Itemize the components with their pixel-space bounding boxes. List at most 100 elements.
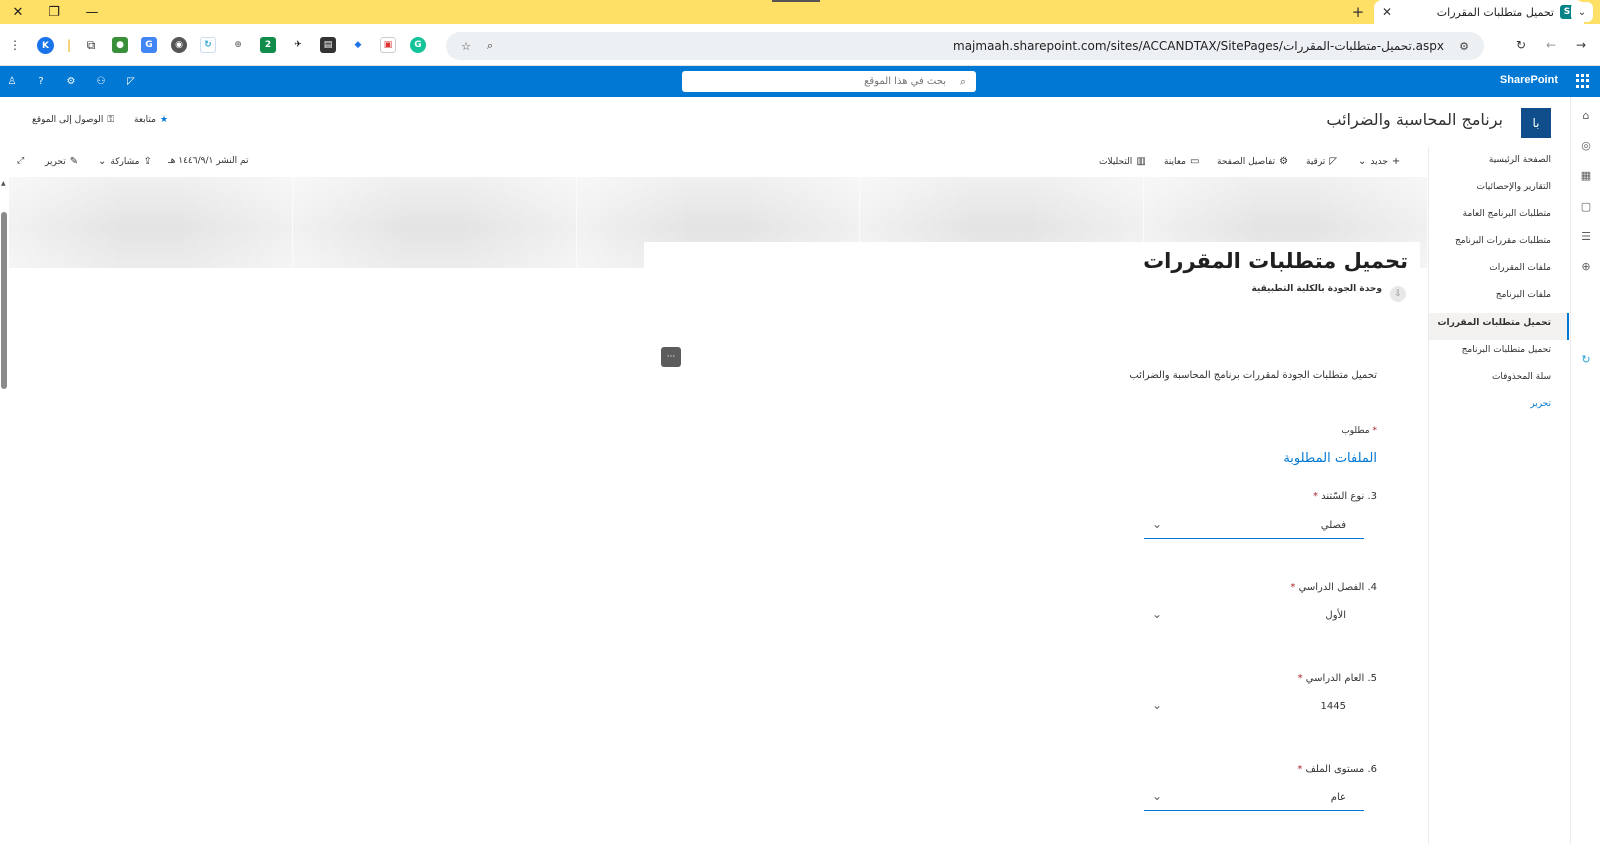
share-icon: ⇪ <box>143 156 152 167</box>
plus-icon: + <box>1391 156 1401 167</box>
globe-icon[interactable]: ◎ <box>1579 138 1593 152</box>
tab-title: تحميل متطلبات المقررات <box>1436 5 1554 19</box>
google-translate-icon[interactable]: G <box>141 37 157 53</box>
extension-web-icon[interactable]: ⊕ <box>230 37 246 53</box>
list-icon[interactable]: ☰ <box>1579 229 1593 243</box>
nav-item-home[interactable]: الصفحة الرئيسية <box>1489 155 1551 165</box>
extension-card-icon[interactable]: ▤ <box>320 37 336 53</box>
extension-circle-icon[interactable]: ◉ <box>171 37 187 53</box>
site-logo[interactable]: با <box>1521 108 1551 138</box>
required-star: * <box>1372 426 1378 436</box>
extension-sync-icon[interactable]: ↻ <box>200 37 216 53</box>
settings-gear-icon[interactable]: ⚙ <box>64 74 78 88</box>
site-access-button[interactable]: ⚿ الوصول إلى الموقع <box>32 115 114 125</box>
chevron-down-icon: ⌄ <box>1358 156 1367 167</box>
divider-icon: | <box>66 38 72 52</box>
account-icon[interactable]: ♙ <box>5 74 19 88</box>
nav-item-upload-course-reqs[interactable]: تحميل متطلبات المقررات <box>1437 318 1551 328</box>
sharepoint-brand[interactable]: SharePoint <box>1500 74 1558 86</box>
follow-button[interactable]: ★ متابعة <box>134 115 168 125</box>
extension-bird-icon[interactable]: ✈ <box>290 37 306 53</box>
field-label-academic-year: 5. العام الدراسي * <box>1298 673 1377 684</box>
extensions-puzzle-icon[interactable]: ⧉ <box>82 36 100 54</box>
academic-year-dropdown[interactable]: 1445 ⌄ <box>1144 696 1364 720</box>
nav-edit-link[interactable]: تحرير <box>1530 399 1551 409</box>
window-titlebar: ✕ ❐ — + S تحميل متطلبات المقررات ✕ ⌄ <box>0 0 1600 24</box>
author-avatar-icon: ⇩ <box>1390 286 1406 302</box>
share-button[interactable]: ⇪ مشاركة ⌄ <box>98 156 152 167</box>
new-button[interactable]: + جديد ⌄ <box>1358 156 1400 167</box>
edit-label: تحرير <box>45 156 66 167</box>
page-scrollbar[interactable]: ▲ <box>0 180 8 844</box>
more-options-button[interactable]: ··· <box>661 347 681 367</box>
nav-item-course-files[interactable]: ملفات المقررات <box>1489 263 1551 273</box>
extension-cap-icon[interactable]: ◆ <box>350 37 366 53</box>
follow-label: متابعة <box>134 115 156 125</box>
nav-item-recycle-bin[interactable]: سلة المحذوفات <box>1492 372 1551 382</box>
menu-dots-icon[interactable]: ⋮ <box>6 36 24 54</box>
nav-item-program-requirements[interactable]: متطلبات البرنامج العامة <box>1463 209 1551 219</box>
extension-slides-icon[interactable]: ▣ <box>380 37 396 53</box>
zoom-icon[interactable]: ⌕ <box>482 38 498 54</box>
edit-button[interactable]: ✎ تحرير <box>45 156 78 167</box>
back-icon[interactable]: → <box>1572 36 1590 54</box>
people-icon[interactable]: ⚇ <box>94 74 108 88</box>
grammarly-icon[interactable]: G <box>410 37 426 53</box>
dropdown-value: الأول <box>1325 610 1346 621</box>
close-window-icon[interactable]: ✕ <box>0 0 36 24</box>
site-search-box[interactable]: ⌕ <box>682 71 976 92</box>
page-author[interactable]: وحدة الجودة بالكلية التطبيقية <box>1251 284 1382 294</box>
preview-icon: ▭ <box>1189 156 1200 167</box>
feedback-icon[interactable]: ◸ <box>124 74 138 88</box>
forward-icon[interactable]: ← <box>1542 36 1560 54</box>
scroll-up-arrow-icon[interactable]: ▲ <box>1 180 6 187</box>
nav-item-program-files[interactable]: ملفات البرنامج <box>1496 290 1551 300</box>
file-icon[interactable]: ▢ <box>1579 199 1593 213</box>
profile-avatar[interactable]: K <box>37 37 54 54</box>
search-input[interactable] <box>682 71 946 92</box>
chevron-down-icon: ⌄ <box>1152 698 1163 712</box>
browser-tab[interactable]: S تحميل متطلبات المقررات ✕ <box>1374 0 1584 24</box>
required-star: * <box>1297 764 1303 775</box>
extension-badge-icon[interactable]: 2 <box>260 37 276 53</box>
nav-item-upload-program-reqs[interactable]: تحميل متطلبات البرنامج <box>1462 345 1551 355</box>
tab-close-icon[interactable]: ✕ <box>1382 5 1392 19</box>
restore-window-icon[interactable]: ❐ <box>36 0 72 24</box>
new-tab-button[interactable]: + <box>1346 0 1370 24</box>
minimize-window-icon[interactable]: — <box>74 0 110 24</box>
create-icon[interactable]: ⊕ <box>1579 259 1593 273</box>
nav-item-course-requirements[interactable]: متطلبات مقررات البرنامج <box>1455 236 1551 246</box>
expand-icon[interactable]: ⤢ <box>17 156 24 166</box>
tab-search-chevron-icon[interactable]: ⌄ <box>1571 2 1593 22</box>
bookmark-star-icon[interactable]: ☆ <box>458 38 474 54</box>
home-icon[interactable]: ⌂ <box>1579 108 1593 122</box>
page-details-label: تفاصيل الصفحة <box>1217 156 1276 167</box>
required-label: مطلوب <box>1341 426 1370 436</box>
semester-dropdown[interactable]: الأول ⌄ <box>1144 605 1364 629</box>
preview-button[interactable]: ▭ معاينة <box>1164 156 1199 167</box>
scroll-thumb[interactable] <box>1 212 7 389</box>
site-title[interactable]: برنامج المحاسبة والضرائب <box>1326 110 1503 129</box>
extension-globe-icon[interactable]: ● <box>112 37 128 53</box>
field-label-text: 3. نوع السّتند <box>1321 491 1377 502</box>
analytics-button[interactable]: ▥ التحليلات <box>1099 156 1146 167</box>
app-launcher-icon[interactable] <box>1576 74 1590 88</box>
help-icon[interactable]: ? <box>34 74 48 88</box>
extension-badge-count: 2 <box>264 40 272 50</box>
chevron-down-icon: ⌄ <box>98 156 107 167</box>
news-icon[interactable]: ▦ <box>1579 168 1593 182</box>
page-details-button[interactable]: ⚙ تفاصيل الصفحة <box>1217 156 1288 167</box>
reload-icon[interactable]: ↻ <box>1512 36 1530 54</box>
required-note: * مطلوب <box>1341 426 1377 436</box>
share-label: مشاركة <box>110 156 140 167</box>
sync-icon[interactable]: ↻ <box>1579 352 1593 366</box>
doc-type-dropdown[interactable]: فصلي ⌄ <box>1144 515 1364 539</box>
nav-item-reports[interactable]: التقارير والإحصائيات <box>1477 182 1551 192</box>
address-bar[interactable]: ☆ ⌕ majmaah.sharepoint.com/sites/ACCANDT… <box>446 32 1484 60</box>
url-text[interactable]: majmaah.sharepoint.com/sites/ACCANDTAX/S… <box>953 39 1444 53</box>
page-title: تحميل متطلبات المقررات <box>1143 249 1408 273</box>
file-level-dropdown[interactable]: عام ⌄ <box>1144 787 1364 811</box>
promote-button[interactable]: ◸ ترقية <box>1306 156 1337 167</box>
chevron-down-icon: ⌄ <box>1152 517 1163 531</box>
site-info-icon[interactable]: ⚙ <box>1456 38 1472 54</box>
